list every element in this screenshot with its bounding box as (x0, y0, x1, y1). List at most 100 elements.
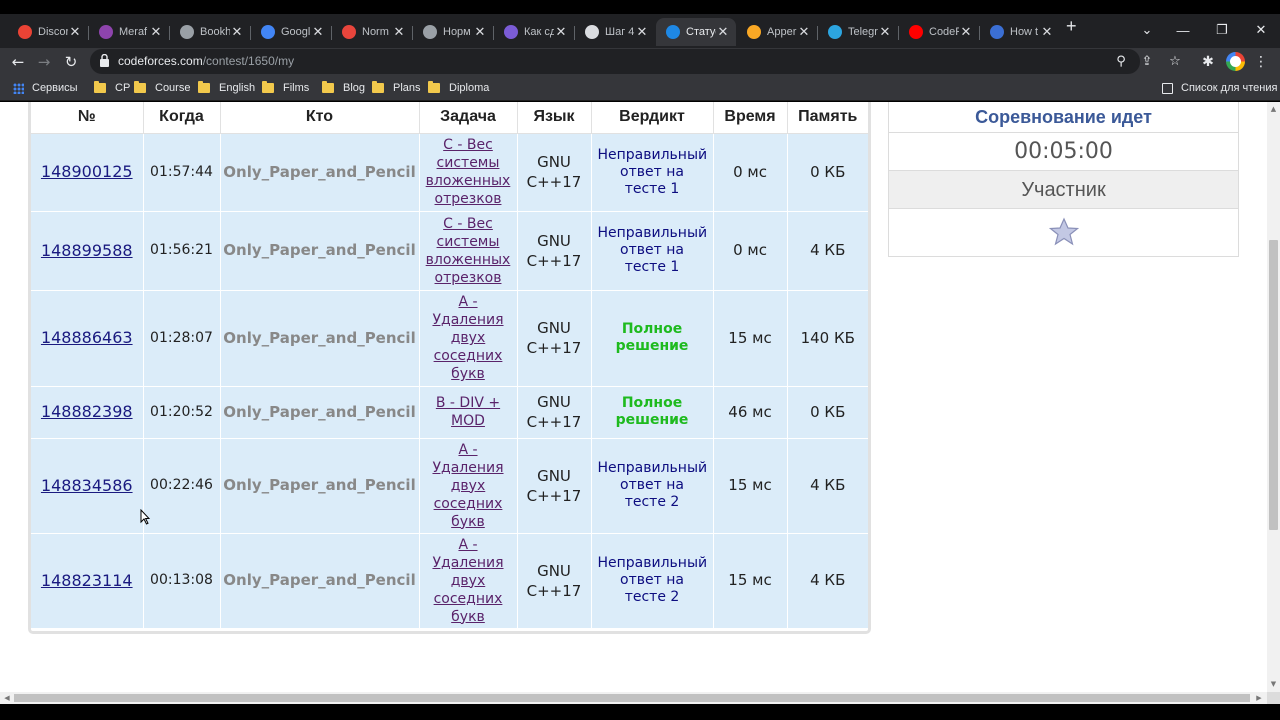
participant-role: Участник (889, 171, 1238, 209)
author[interactable]: Only_Paper_and_Pencil (223, 163, 415, 181)
star-icon[interactable] (1048, 217, 1079, 247)
submission-id-link[interactable]: 148823114 (41, 571, 133, 590)
submission-id-cell: 148900125 (31, 133, 144, 212)
tab-separator (979, 26, 980, 40)
bookmark-folder[interactable]: Blog (322, 80, 365, 96)
author[interactable]: Only_Paper_and_Pencil (223, 571, 415, 589)
scroll-up-icon[interactable]: ▲ (1269, 104, 1278, 114)
tab-close-icon[interactable]: ✕ (230, 24, 244, 40)
close-window-icon[interactable]: ✕ (1238, 14, 1280, 46)
browser-toolbar: ← → ↻ codeforces.com/contest/1650/my ⚲ ⇪… (0, 48, 1280, 75)
tab-close-icon[interactable]: ✕ (716, 24, 730, 40)
reading-list[interactable]: Список для чтения (1162, 80, 1277, 96)
vertical-scrollbar[interactable]: ▲ ▼ (1267, 102, 1280, 692)
problem-link[interactable]: B - DIV + MOD (436, 395, 500, 429)
tab-close-icon[interactable]: ✕ (1040, 24, 1054, 40)
forward-icon[interactable]: → (34, 52, 54, 72)
scroll-right-icon[interactable]: ▶ (1254, 693, 1264, 703)
new-tab-button[interactable]: + (1066, 17, 1082, 35)
browser-tab[interactable]: Googl ✕ (251, 18, 331, 46)
scroll-down-icon[interactable]: ▼ (1269, 679, 1278, 689)
bookmark-folder[interactable]: Diploma (428, 80, 489, 96)
problem-link[interactable]: A - Удаления двух соседних букв (432, 442, 503, 530)
browser-tab[interactable]: Meraf ✕ (89, 18, 169, 46)
tab-close-icon[interactable]: ✕ (311, 24, 325, 40)
browser-tab[interactable]: Telegr ✕ (818, 18, 898, 46)
tab-close-icon[interactable]: ✕ (68, 24, 82, 40)
browser-tab[interactable]: Статус✕ (656, 18, 736, 46)
bookmark-apps[interactable]: Сервисы (13, 80, 78, 96)
author[interactable]: Only_Paper_and_Pencil (223, 403, 415, 421)
browser-tab[interactable]: Шаг 4 ✕ (575, 18, 655, 46)
page-content: № Когда Кто Задача Язык Вердикт Время Память 14… (0, 102, 1280, 692)
bookmark-folder[interactable]: CP (94, 80, 130, 96)
tab-label: CodeF (929, 26, 959, 38)
tab-close-icon[interactable]: ✕ (959, 24, 973, 40)
verdict: Неправильный ответ на тесте 2 (597, 555, 708, 605)
bookmark-star-icon[interactable]: ☆ (1166, 53, 1184, 71)
tab-close-icon[interactable]: ✕ (392, 24, 406, 40)
exec-time: 0 мс (733, 162, 767, 181)
tab-close-icon[interactable]: ✕ (554, 24, 568, 40)
folder-icon (428, 81, 440, 93)
submission-id-cell: 148834586 (31, 438, 144, 534)
table-row: 148899588 01:56:21 Only_Paper_and_Pencil C … (31, 211, 868, 291)
tab-label: Discor (38, 26, 68, 38)
submission-id-link[interactable]: 148886463 (41, 328, 133, 347)
vertical-scroll-thumb[interactable] (1269, 240, 1278, 530)
browser-tab[interactable]: Как сд ✕ (494, 18, 574, 46)
back-icon[interactable]: ← (8, 52, 28, 72)
author[interactable]: Only_Paper_and_Pencil (223, 476, 415, 494)
browser-tab[interactable]: Discor ✕ (8, 18, 88, 46)
browser-tab[interactable]: Apper ✕ (737, 18, 817, 46)
address-bar[interactable]: codeforces.com/contest/1650/my ⚲ ⇪ ☆ (90, 49, 1181, 74)
tab-close-icon[interactable]: ✕ (797, 24, 811, 40)
header-lang: Язык (517, 102, 592, 134)
extensions-icon[interactable]: ✱ (1198, 52, 1218, 72)
bookmark-folder[interactable]: Plans (372, 80, 421, 96)
tab-close-icon[interactable]: ✕ (878, 24, 892, 40)
bookmark-folder[interactable]: Course (134, 80, 190, 96)
exec-time: 15 мс (728, 476, 772, 494)
submission-id-link[interactable]: 148882398 (41, 402, 133, 421)
horizontal-scroll-thumb[interactable] (14, 694, 1250, 702)
tab-close-icon[interactable]: ✕ (473, 24, 487, 40)
language-cell: GNU C++17 (517, 290, 592, 387)
submission-id-link[interactable]: 148900125 (41, 162, 133, 181)
share-icon[interactable]: ⇪ (1138, 53, 1156, 71)
author[interactable]: Only_Paper_and_Pencil (223, 329, 415, 347)
problem-link[interactable]: C - Вес системы вложенных отрезков (426, 137, 511, 207)
horizontal-scrollbar[interactable]: ◀ ▶ (0, 692, 1267, 704)
bookmark-folder[interactable]: English (198, 80, 255, 96)
browser-tab[interactable]: Норм ✕ (413, 18, 493, 46)
tab-label: Telegr (848, 26, 878, 38)
browser-tab[interactable]: Bookh ✕ (170, 18, 250, 46)
submission-id-link[interactable]: 148834586 (41, 476, 133, 495)
verdict-cell: Полное решение (591, 386, 714, 439)
submission-id-cell: 148882398 (31, 386, 144, 439)
submissions-table-frame: № Когда Кто Задача Язык Вердикт Время Память 14… (28, 102, 871, 634)
bookmark-folder[interactable]: Films (262, 80, 309, 96)
profile-avatar[interactable] (1226, 52, 1245, 71)
tab-close-icon[interactable]: ✕ (149, 24, 163, 40)
tab-label: Как сд (524, 26, 554, 38)
browser-tab[interactable]: CodeF ✕ (899, 18, 979, 46)
submission-time-cell: 01:28:07 (143, 290, 221, 387)
memory: 4 КБ (810, 476, 846, 494)
problem-link[interactable]: A - Удаления двух соседних букв (432, 537, 503, 625)
problem-link[interactable]: A - Удаления двух соседних букв (432, 294, 503, 382)
browser-tab[interactable]: How t ✕ (980, 18, 1060, 46)
tab-separator (493, 26, 494, 40)
menu-icon[interactable]: ⋮ (1251, 52, 1271, 72)
author-cell: Only_Paper_and_Pencil (220, 438, 420, 534)
author[interactable]: Only_Paper_and_Pencil (223, 241, 415, 259)
browser-tab[interactable]: Norm ✕ (332, 18, 412, 46)
scroll-left-icon[interactable]: ◀ (2, 693, 12, 703)
submission-id-link[interactable]: 148899588 (41, 241, 133, 260)
reload-icon[interactable]: ↻ (61, 52, 81, 72)
zoom-icon[interactable]: ⚲ (1112, 53, 1130, 71)
exec-time: 15 мс (728, 571, 772, 589)
tab-close-icon[interactable]: ✕ (635, 24, 649, 40)
verdict: Неправильный ответ на тесте 1 (597, 225, 708, 275)
problem-link[interactable]: C - Вес системы вложенных отрезков (426, 216, 511, 286)
